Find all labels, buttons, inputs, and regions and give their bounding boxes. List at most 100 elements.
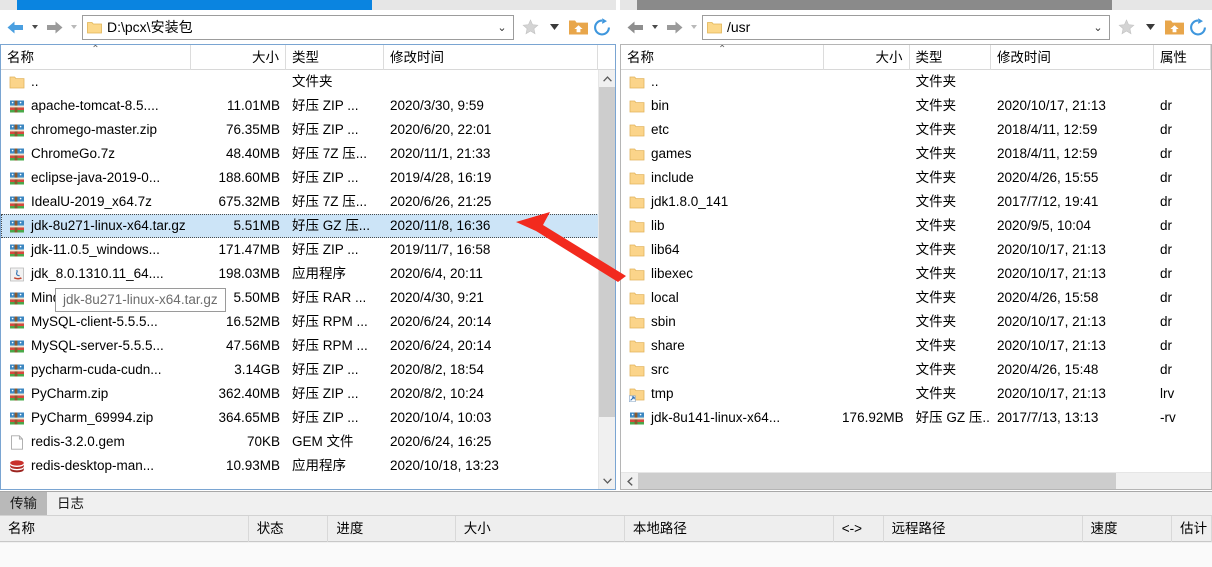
local-file-name: jdk-11.0.5_windows... [31, 242, 160, 257]
local-header-3[interactable]: 类型 [286, 45, 384, 70]
local-table-row[interactable]: IdealU-2019_x64.7z 675.32MB 好压 7Z 压... 2020… [1, 190, 615, 214]
transfer-column-headers[interactable]: 名称 状态 进度 大小 本地路径 <-> 远程路径 速度 估计 [0, 515, 1212, 542]
scroll-down-arrow-icon[interactable] [599, 472, 615, 489]
local-file-name: MySQL-server-5.5.5... [31, 338, 164, 353]
remote-active-tab[interactable] [637, 0, 1112, 10]
local-table-row[interactable]: MySQL-server-5.5.5... 47.56MB 好压 RPM ... 20… [1, 334, 615, 358]
remote-header-5[interactable]: 属性 [1154, 45, 1211, 70]
remote-parent-folder-icon[interactable] [1162, 14, 1186, 40]
local-tab-strip[interactable] [0, 0, 616, 10]
transfer-header-5[interactable]: 本地路径 [625, 516, 834, 542]
transfer-header-4[interactable]: 大小 [456, 516, 625, 542]
remote-cell-attr: dr [1159, 122, 1172, 137]
local-table-row[interactable]: redis-desktop-man... 10.93MB 应用程序 2020/10/1… [1, 454, 615, 478]
transfer-header-8[interactable]: 速度 [1083, 516, 1173, 542]
local-table-row[interactable]: ChromeGo.7z 48.40MB 好压 7Z 压... 2020/11/1, 2… [1, 142, 615, 166]
remote-table-row[interactable]: local 文件夹 2020/4/26, 15:58 dr [621, 286, 1211, 310]
local-table-row[interactable]: apache-tomcat-8.5.... 11.01MB 好压 ZIP ... 20… [1, 94, 615, 118]
transfer-header-2[interactable]: 状态 [249, 516, 329, 542]
remote-table-row[interactable]: jdk1.8.0_141 文件夹 2017/7/12, 19:41 dr [621, 190, 1211, 214]
local-header-2[interactable]: 大小 [191, 45, 286, 70]
remote-refresh-icon[interactable] [1186, 14, 1210, 40]
local-table-row[interactable]: pycharm-cuda-cudn... 3.14GB 好压 ZIP ... 2020… [1, 358, 615, 382]
remote-table-row[interactable]: share 文件夹 2020/10/17, 21:13 dr [621, 334, 1211, 358]
remote-star-icon[interactable] [1114, 14, 1138, 40]
back-history-chevron-down-icon[interactable] [28, 14, 41, 40]
local-vertical-scrollbar[interactable] [598, 70, 615, 489]
remote-forward-button[interactable] [661, 14, 687, 40]
local-table-row[interactable]: jdk-8u271-linux-x64.tar.gz 5.51MB 好压 GZ 压.… [1, 214, 615, 238]
transfer-header-1[interactable]: 名称 [0, 516, 249, 542]
remote-back-button[interactable] [622, 14, 648, 40]
remote-table-row[interactable]: games 文件夹 2018/4/11, 12:59 dr [621, 142, 1211, 166]
remote-cell-date: 2020/4/26, 15:55 [997, 170, 1099, 185]
remote-hscroll-thumb[interactable] [638, 473, 1116, 489]
remote-file-name: .. [651, 74, 659, 89]
transfer-tab-2[interactable]: 日志 [47, 492, 94, 515]
remote-path-field[interactable]: /usr ⌄ [702, 14, 1110, 40]
local-table-row[interactable]: chromego-master.zip 76.35MB 好压 ZIP ... 2020… [1, 118, 615, 142]
local-table-row[interactable]: .. 文件夹 [1, 70, 615, 94]
local-header-4[interactable]: 修改时间 [384, 45, 598, 70]
transfer-header-9[interactable]: 估计 [1172, 516, 1212, 542]
transfer-header-3[interactable]: 进度 [328, 516, 456, 542]
local-file-rows[interactable]: .. 文件夹 apache-tomcat-8.5.... 11.01MB 好压 ZIP … [1, 70, 615, 489]
transfer-tab-bar[interactable]: 传输 日志 [0, 492, 1212, 515]
parent-folder-icon[interactable] [566, 14, 590, 40]
remote-table-row[interactable]: bin 文件夹 2020/10/17, 21:13 dr [621, 94, 1211, 118]
transfer-header-7[interactable]: 远程路径 [884, 516, 1083, 542]
local-column-headers[interactable]: 名称 ⌃ 大小 类型 修改时间 [1, 45, 615, 70]
transfer-header-6[interactable]: <-> [834, 516, 884, 542]
remote-back-history-chevron-down-icon[interactable] [648, 14, 661, 40]
local-cell-size: 16.52MB [225, 314, 280, 329]
remote-table-row[interactable]: tmp 文件夹 2020/10/17, 21:13 lrv [621, 382, 1211, 406]
remote-table-row[interactable]: etc 文件夹 2018/4/11, 12:59 dr [621, 118, 1211, 142]
local-header-1[interactable]: 名称 ⌃ [1, 45, 191, 70]
bookmark-chevron-down-icon[interactable] [542, 14, 566, 40]
local-scroll-thumb[interactable] [599, 87, 615, 417]
remote-tab-strip[interactable] [620, 0, 1212, 10]
local-active-tab[interactable] [17, 0, 372, 10]
remote-column-headers[interactable]: 名称 ⌃ 大小 类型 修改时间 属性 [621, 45, 1211, 70]
back-button[interactable] [2, 14, 28, 40]
remote-cell-date: 2017/7/12, 19:41 [997, 194, 1099, 209]
remote-path-chevron-down-icon[interactable]: ⌄ [1089, 21, 1107, 34]
forward-history-chevron-down-icon[interactable] [67, 14, 80, 40]
remote-forward-history-chevron-down-icon[interactable] [687, 14, 700, 40]
local-path-chevron-down-icon[interactable]: ⌄ [493, 21, 511, 34]
local-cell-date: 2020/8/2, 10:24 [390, 386, 484, 401]
transfer-panel: 传输 日志 名称 状态 进度 大小 本地路径 <-> 远程路径 速度 估计 [0, 491, 1212, 567]
remote-file-list[interactable]: 名称 ⌃ 大小 类型 修改时间 属性 .. 文件夹 bin 文件夹 2020/10/17, 21:… [620, 44, 1212, 490]
scroll-up-arrow-icon[interactable] [599, 70, 615, 87]
refresh-icon[interactable] [590, 14, 614, 40]
remote-table-row[interactable]: lib64 文件夹 2020/10/17, 21:13 dr [621, 238, 1211, 262]
local-table-row[interactable]: MySQL-client-5.5.5... 16.52MB 好压 RPM ... 20… [1, 310, 615, 334]
remote-horizontal-scrollbar[interactable] [621, 472, 1211, 489]
scroll-left-arrow-icon[interactable] [621, 473, 638, 489]
remote-table-row[interactable]: src 文件夹 2020/4/26, 15:48 dr [621, 358, 1211, 382]
remote-bookmark-chevron-down-icon[interactable] [1138, 14, 1162, 40]
forward-button[interactable] [41, 14, 67, 40]
remote-table-row[interactable]: jdk-8u141-linux-x64... 176.92MB 好压 GZ 压...… [621, 406, 1211, 430]
remote-table-row[interactable]: .. 文件夹 [621, 70, 1211, 94]
local-table-row[interactable]: eclipse-java-2019-0... 188.60MB 好压 ZIP ...… [1, 166, 615, 190]
star-icon[interactable] [518, 14, 542, 40]
remote-header-1[interactable]: 名称 ⌃ [621, 45, 825, 70]
remote-header-3[interactable]: 类型 [910, 45, 991, 70]
local-table-row[interactable]: jdk-11.0.5_windows... 171.47MB 好压 ZIP ... 2… [1, 238, 615, 262]
local-table-row[interactable]: PyCharm.zip 362.40MB 好压 ZIP ... 2020/8/2, 1… [1, 382, 615, 406]
remote-table-row[interactable]: libexec 文件夹 2020/10/17, 21:13 dr [621, 262, 1211, 286]
transfer-tab-1[interactable]: 传输 [0, 492, 47, 515]
transfer-queue-body[interactable] [0, 543, 1212, 567]
local-table-row[interactable]: PyCharm_69994.zip 364.65MB 好压 ZIP ... 2020/… [1, 406, 615, 430]
remote-table-row[interactable]: include 文件夹 2020/4/26, 15:55 dr [621, 166, 1211, 190]
remote-table-row[interactable]: lib 文件夹 2020/9/5, 10:04 dr [621, 214, 1211, 238]
local-path-field[interactable]: D:\pcx\安装包 ⌄ [82, 14, 514, 40]
remote-table-row[interactable]: sbin 文件夹 2020/10/17, 21:13 dr [621, 310, 1211, 334]
local-table-row[interactable]: jdk_8.0.1310.11_64.... 198.03MB 应用程序 2020/6… [1, 262, 615, 286]
remote-file-rows[interactable]: .. 文件夹 bin 文件夹 2020/10/17, 21:13 dr etc 文件夹 2018… [621, 70, 1211, 472]
remote-header-2[interactable]: 大小 [824, 45, 910, 70]
local-file-list[interactable]: 名称 ⌃ 大小 类型 修改时间 .. 文件夹 apache-tomcat-8.5.... 11… [0, 44, 616, 490]
remote-header-4[interactable]: 修改时间 [991, 45, 1154, 70]
local-table-row[interactable]: redis-3.2.0.gem 70KB GEM 文件 2020/6/24, 16:2… [1, 430, 615, 454]
